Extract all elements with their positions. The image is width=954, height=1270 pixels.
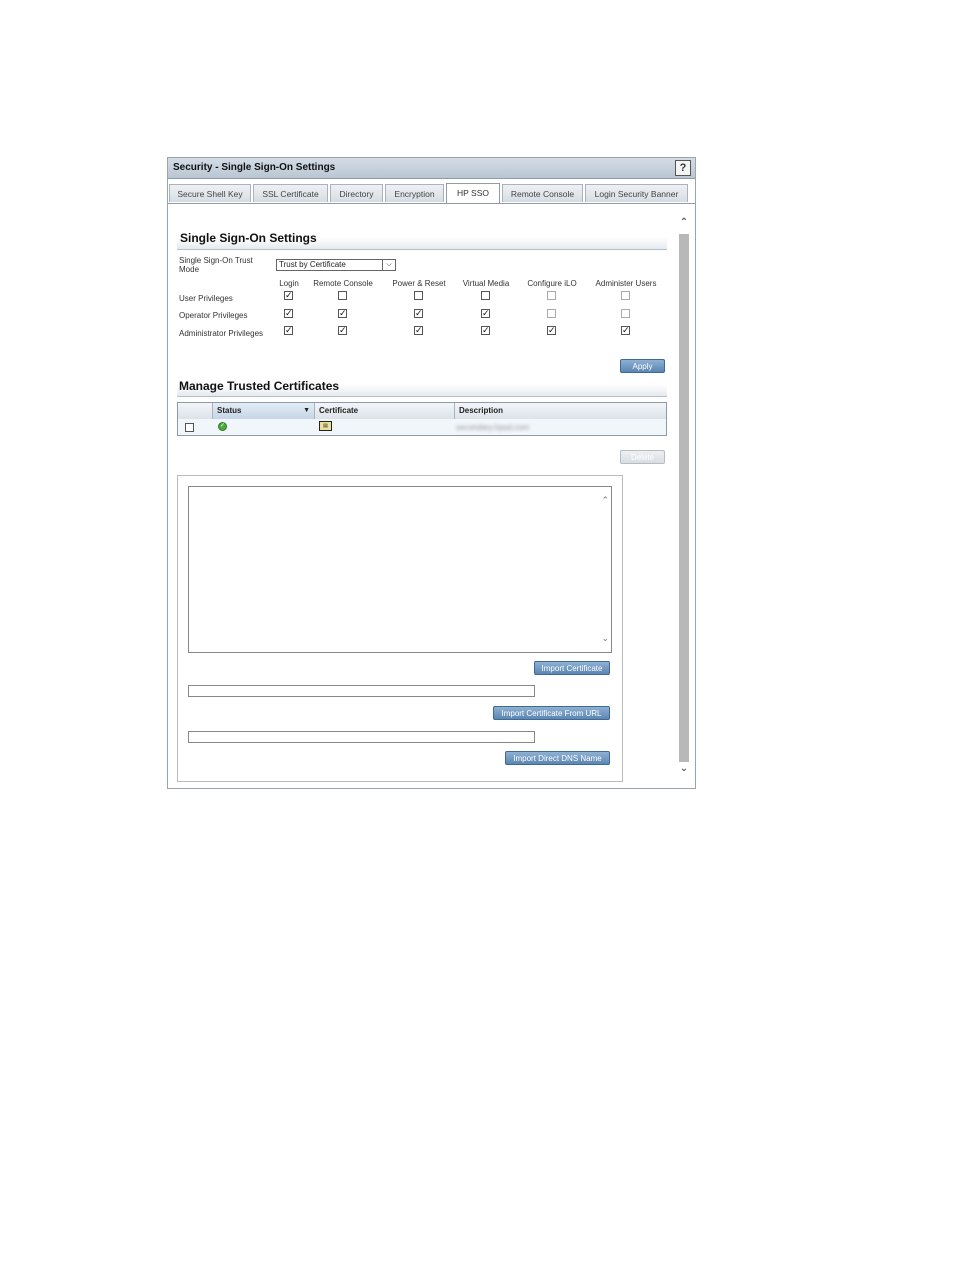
header-status[interactable]: Status ▼ (212, 403, 314, 419)
col-administer-users: Administer Users (595, 279, 657, 288)
checkbox-administrator-power-reset[interactable]: ✓ (414, 326, 423, 335)
header-select (178, 403, 212, 419)
window-title: Security - Single Sign-On Settings (173, 162, 336, 173)
checkbox-administrator-administer-users[interactable]: ✓ (621, 326, 630, 335)
tab-login-security-banner[interactable]: Login Security Banner (585, 184, 688, 202)
checkbox-administrator-virtual-media[interactable]: ✓ (481, 326, 490, 335)
trust-mode-label-line1: Single Sign-On Trust (179, 256, 253, 265)
import-direct-dns-name-button[interactable]: Import Direct DNS Name (505, 751, 610, 765)
certificate-textarea[interactable]: ⌃ ⌄ (188, 486, 612, 653)
textarea-scroll-down-icon[interactable]: ⌄ (601, 633, 609, 644)
row-label-administrator: Administrator Privileges (179, 329, 264, 338)
certs-section-title: Manage Trusted Certificates (179, 379, 340, 393)
scroll-down-icon[interactable]: ⌄ (678, 762, 690, 776)
trust-mode-label-line2: Mode (179, 265, 200, 274)
checkbox-user-virtual-media[interactable] (481, 291, 490, 300)
tab-bar: Secure Shell Key SSL Certificate Directo… (168, 183, 695, 204)
tab-encryption[interactable]: Encryption (385, 184, 444, 202)
sso-section-title: Single Sign-On Settings (180, 231, 317, 245)
import-panel: ⌃ ⌄ Import Certificate Import Certificat… (177, 475, 623, 782)
row-label-user: User Privileges (179, 294, 233, 303)
tab-secure-shell-key[interactable]: Secure Shell Key (169, 184, 251, 202)
checkbox-operator-login[interactable]: ✓ (284, 309, 293, 318)
import-certificate-from-url-button[interactable]: Import Certificate From URL (493, 706, 610, 720)
header-status-label: Status (217, 406, 242, 415)
col-virtual-media: Virtual Media (462, 279, 510, 288)
tab-directory[interactable]: Directory (330, 184, 383, 202)
checkbox-user-administer-users[interactable] (621, 291, 630, 300)
certificate-url-input[interactable] (188, 685, 535, 697)
checkbox-administrator-login[interactable]: ✓ (284, 326, 293, 335)
col-remote-console: Remote Console (313, 279, 373, 288)
row-description: secondary.hpsd.com (456, 423, 530, 432)
vertical-scrollbar[interactable]: ⌃ ⌄ (678, 210, 690, 784)
table-row[interactable]: ✓ ▤ secondary.hpsd.com (178, 419, 666, 435)
tab-ssl-certificate[interactable]: SSL Certificate (253, 184, 328, 202)
checkbox-operator-configure-ilo[interactable] (547, 309, 556, 318)
checkbox-operator-administer-users[interactable] (621, 309, 630, 318)
header-certificate[interactable]: Certificate (314, 403, 454, 419)
checkbox-operator-virtual-media[interactable]: ✓ (481, 309, 490, 318)
sort-desc-icon: ▼ (303, 407, 310, 414)
tab-hp-sso[interactable]: HP SSO (446, 183, 500, 204)
dns-name-input[interactable] (188, 731, 535, 743)
certificate-icon: ▤ (319, 421, 332, 431)
status-ok-icon: ✓ (218, 422, 227, 431)
checkbox-user-power-reset[interactable] (414, 291, 423, 300)
checkbox-user-remote-console[interactable] (338, 291, 347, 300)
row-label-operator: Operator Privileges (179, 311, 248, 320)
certificate-table: Status ▼ Certificate Description ✓ ▤ sec… (177, 402, 667, 436)
col-power-reset: Power & Reset (392, 279, 446, 288)
help-icon[interactable]: ? (675, 160, 691, 176)
content-area: Single Sign-On Settings Single Sign-On T… (168, 204, 678, 788)
checkbox-administrator-configure-ilo[interactable]: ✓ (547, 326, 556, 335)
checkbox-operator-remote-console[interactable]: ✓ (338, 309, 347, 318)
checkbox-administrator-remote-console[interactable]: ✓ (338, 326, 347, 335)
table-header: Status ▼ Certificate Description (178, 403, 666, 420)
row-select-checkbox[interactable] (185, 423, 194, 432)
tab-remote-console[interactable]: Remote Console (502, 184, 583, 202)
window-titlebar: Security - Single Sign-On Settings ? (168, 158, 695, 179)
chevron-down-icon: ⌵ (382, 260, 395, 270)
scroll-thumb[interactable] (679, 234, 689, 762)
checkbox-operator-power-reset[interactable]: ✓ (414, 309, 423, 318)
checkbox-user-login[interactable]: ✓ (284, 291, 293, 300)
scroll-up-icon[interactable]: ⌃ (678, 216, 690, 230)
textarea-scroll-up-icon[interactable]: ⌃ (601, 495, 609, 506)
trust-mode-value: Trust by Certificate (279, 260, 346, 269)
header-description[interactable]: Description (454, 403, 666, 419)
import-certificate-button[interactable]: Import Certificate (534, 661, 610, 675)
delete-button[interactable]: Delete (620, 450, 665, 464)
sso-settings-window: Security - Single Sign-On Settings ? Sec… (167, 157, 696, 789)
apply-button[interactable]: Apply (620, 359, 665, 373)
col-configure-ilo: Configure iLO (527, 279, 577, 288)
checkbox-user-configure-ilo[interactable] (547, 291, 556, 300)
trust-mode-select[interactable]: Trust by Certificate ⌵ (276, 259, 396, 271)
